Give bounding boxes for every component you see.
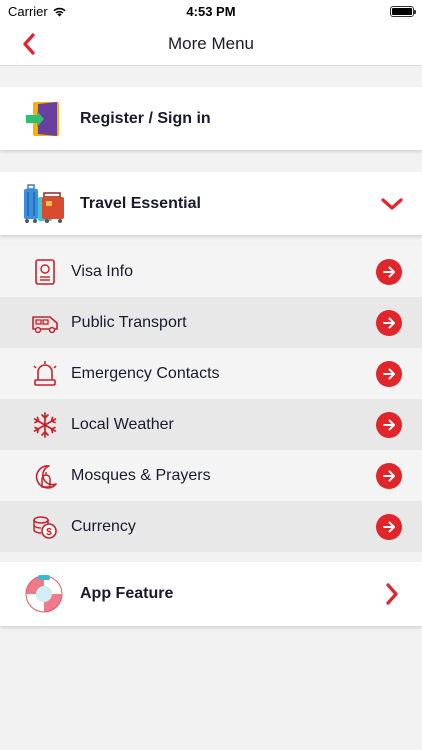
luggage-icon	[22, 182, 66, 226]
chevron-down-icon	[381, 197, 403, 210]
back-button[interactable]	[14, 28, 44, 60]
submenu-label: Local Weather	[71, 415, 174, 433]
arrow-right-icon	[383, 419, 395, 430]
register-signin-row[interactable]: Register / Sign in	[0, 87, 422, 150]
chevron-right-icon	[386, 583, 398, 605]
submenu-label: Mosques & Prayers	[71, 466, 211, 484]
carrier-label: Carrier	[8, 3, 48, 19]
lifebuoy-icon	[22, 572, 66, 616]
submenu-item-emergency-contacts[interactable]: Emergency Contacts	[0, 348, 422, 399]
submenu-label: Currency	[71, 517, 136, 535]
submenu-label: Visa Info	[71, 262, 133, 280]
travel-essential-submenu: Visa Info Public Transport Emergency Con…	[0, 246, 422, 552]
travel-essential-label: Travel Essential	[80, 194, 201, 212]
bus-icon	[29, 307, 61, 339]
arrow-right-button[interactable]	[376, 309, 402, 336]
snowflake-icon	[29, 409, 61, 441]
submenu-item-mosques-prayers[interactable]: Mosques & Prayers	[0, 450, 422, 501]
arrow-right-button[interactable]	[376, 462, 402, 489]
chevron-right-button[interactable]	[372, 583, 412, 605]
arrow-right-button[interactable]	[376, 411, 402, 438]
svg-text:$: $	[46, 527, 52, 538]
wifi-icon	[53, 7, 66, 16]
chevron-left-icon	[23, 33, 35, 55]
siren-icon	[29, 358, 61, 390]
arrow-right-icon	[383, 521, 395, 532]
arrow-right-icon	[383, 266, 395, 277]
door-icon	[22, 97, 66, 141]
arrow-right-button[interactable]	[376, 513, 402, 540]
submenu-item-local-weather[interactable]: Local Weather	[0, 399, 422, 450]
arrow-right-icon	[383, 317, 395, 328]
travel-essential-row[interactable]: Travel Essential	[0, 172, 422, 235]
submenu-item-public-transport[interactable]: Public Transport	[0, 297, 422, 348]
arrow-right-button[interactable]	[376, 258, 402, 285]
navigation-bar: More Menu	[0, 22, 422, 66]
passport-icon	[29, 256, 61, 288]
arrow-right-button[interactable]	[376, 360, 402, 387]
mosque-icon	[29, 460, 61, 492]
page-title: More Menu	[168, 33, 254, 53]
coins-icon: $	[29, 511, 61, 543]
expand-toggle[interactable]	[372, 197, 412, 211]
submenu-label: Public Transport	[71, 313, 187, 331]
status-bar: Carrier 4:53 PM	[0, 0, 422, 22]
arrow-right-icon	[383, 470, 395, 481]
app-feature-row[interactable]: App Feature	[0, 562, 422, 626]
submenu-item-visa-info[interactable]: Visa Info	[0, 246, 422, 297]
app-feature-label: App Feature	[80, 585, 174, 602]
register-label: Register / Sign in	[80, 109, 211, 127]
arrow-right-icon	[383, 368, 395, 379]
submenu-item-currency[interactable]: $ Currency	[0, 501, 422, 552]
clock: 4:53 PM	[186, 3, 236, 19]
battery-icon	[389, 5, 416, 17]
submenu-label: Emergency Contacts	[71, 364, 220, 382]
